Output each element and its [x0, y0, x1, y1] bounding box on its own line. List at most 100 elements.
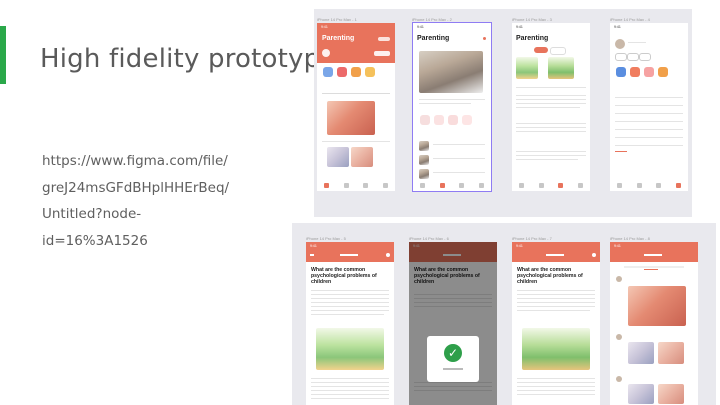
text-line	[516, 99, 586, 100]
tab-icon[interactable]	[675, 182, 681, 188]
location-pill[interactable]	[378, 37, 390, 41]
tab-icon[interactable]	[577, 182, 583, 188]
text-line	[419, 103, 471, 104]
figma-link[interactable]: https://www.figma.com/file/ greJ24msGFdB…	[42, 148, 252, 254]
menu-row[interactable]	[615, 145, 683, 146]
nav-title	[340, 254, 358, 256]
feed-tabs[interactable]	[624, 266, 684, 268]
article-header: 9:41	[512, 242, 600, 262]
baby-photo[interactable]	[628, 384, 654, 404]
doctor-icon[interactable]	[323, 67, 333, 77]
tab-icon[interactable]	[656, 182, 662, 188]
service-icon[interactable]	[434, 115, 444, 125]
phone-article-saved[interactable]: 9:41 What are the common psychological p…	[409, 242, 497, 405]
profile-button[interactable]	[639, 53, 651, 61]
text-line	[516, 107, 580, 108]
header-button[interactable]	[374, 51, 390, 56]
service-icon[interactable]	[420, 115, 430, 125]
phone-feed[interactable]: 9:41	[610, 242, 698, 405]
baby-photo[interactable]	[628, 342, 654, 364]
tab-button-active[interactable]	[534, 47, 548, 53]
article-illustration	[522, 328, 590, 370]
avatar[interactable]	[616, 376, 622, 382]
status-bar: 9:41	[614, 244, 621, 248]
avatar[interactable]	[616, 334, 622, 340]
home-icon[interactable]	[617, 182, 623, 188]
doctor-thumb[interactable]	[419, 155, 429, 165]
notification-icon[interactable]	[483, 37, 486, 40]
menu-icon[interactable]	[616, 67, 626, 77]
baby-photo[interactable]	[327, 147, 349, 167]
menu-icon[interactable]	[630, 67, 640, 77]
tab-icon[interactable]	[636, 182, 642, 188]
tab-icon[interactable]	[343, 182, 349, 188]
text-line	[517, 394, 595, 395]
menu-row[interactable]	[615, 97, 683, 98]
phone-home[interactable]: 9:41 Parenting	[317, 23, 395, 191]
tab-button[interactable]	[550, 47, 566, 55]
service-icon[interactable]	[448, 115, 458, 125]
text-line	[311, 378, 389, 379]
tab-icon[interactable]	[439, 182, 445, 188]
text-line	[516, 159, 578, 160]
home-title: Parenting	[322, 35, 355, 42]
text-line	[517, 290, 595, 291]
service-icon[interactable]	[462, 115, 472, 125]
profile-button[interactable]	[615, 53, 627, 61]
frame-label: iPhone 14 Pro Max - 4	[610, 17, 650, 22]
menu-icon[interactable]	[658, 67, 668, 77]
baby-photo[interactable]	[628, 286, 686, 326]
phone-doctor[interactable]: 9:41 Parenting	[412, 22, 492, 192]
text-line	[517, 382, 595, 383]
share-icon[interactable]	[592, 253, 596, 257]
phone-articles[interactable]: 9:41 Parenting	[512, 23, 590, 191]
home-icon[interactable]	[324, 182, 330, 188]
logout-link[interactable]	[615, 151, 627, 152]
figma-canvas-top: iPhone 14 Pro Max - 1 9:41 Parenting iPh…	[314, 9, 692, 217]
home-icon[interactable]	[420, 182, 426, 188]
articles-title: Parenting	[516, 35, 549, 42]
menu-row[interactable]	[615, 121, 683, 122]
tab-icon[interactable]	[478, 182, 484, 188]
text-line	[419, 99, 485, 100]
back-icon[interactable]	[310, 254, 314, 256]
text-line	[517, 310, 590, 311]
avatar[interactable]	[322, 49, 330, 57]
profile-button[interactable]	[627, 53, 639, 61]
avatar[interactable]	[616, 276, 622, 282]
baby-photo[interactable]	[351, 147, 373, 167]
menu-row[interactable]	[615, 113, 683, 114]
avatar[interactable]	[615, 39, 625, 49]
tab-icon[interactable]	[558, 182, 564, 188]
text-line	[516, 87, 586, 88]
doctor-thumb[interactable]	[419, 141, 429, 151]
doctor-photo[interactable]	[419, 51, 483, 93]
share-icon[interactable]	[386, 253, 390, 257]
menu-row[interactable]	[615, 129, 683, 130]
tab-icon[interactable]	[363, 182, 369, 188]
phone-article-2[interactable]: 9:41 What are the common psychological p…	[512, 242, 600, 405]
doctor-thumb[interactable]	[419, 169, 429, 179]
frame-label: iPhone 14 Pro Max - 6	[409, 236, 449, 241]
profile-icons	[616, 67, 668, 77]
tab-icon[interactable]	[382, 182, 388, 188]
article-heading: What are the common psychological proble…	[311, 267, 377, 286]
baby-photo[interactable]	[658, 384, 684, 404]
tab-icon[interactable]	[459, 182, 465, 188]
heart-icon[interactable]	[337, 67, 347, 77]
tab-icon[interactable]	[538, 182, 544, 188]
menu-icon[interactable]	[644, 67, 654, 77]
shop-icon[interactable]	[351, 67, 361, 77]
article-header: 9:41	[306, 242, 394, 262]
text-line	[517, 302, 595, 303]
menu-row[interactable]	[615, 137, 683, 138]
category-icons	[323, 67, 375, 77]
text-line	[433, 158, 485, 159]
baby-photo[interactable]	[327, 101, 375, 135]
menu-row[interactable]	[615, 105, 683, 106]
phone-profile[interactable]: 9:41	[610, 23, 688, 191]
community-icon[interactable]	[365, 67, 375, 77]
home-icon[interactable]	[519, 182, 525, 188]
baby-photo[interactable]	[658, 342, 684, 364]
phone-article[interactable]: 9:41 What are the common psychological p…	[306, 242, 394, 405]
